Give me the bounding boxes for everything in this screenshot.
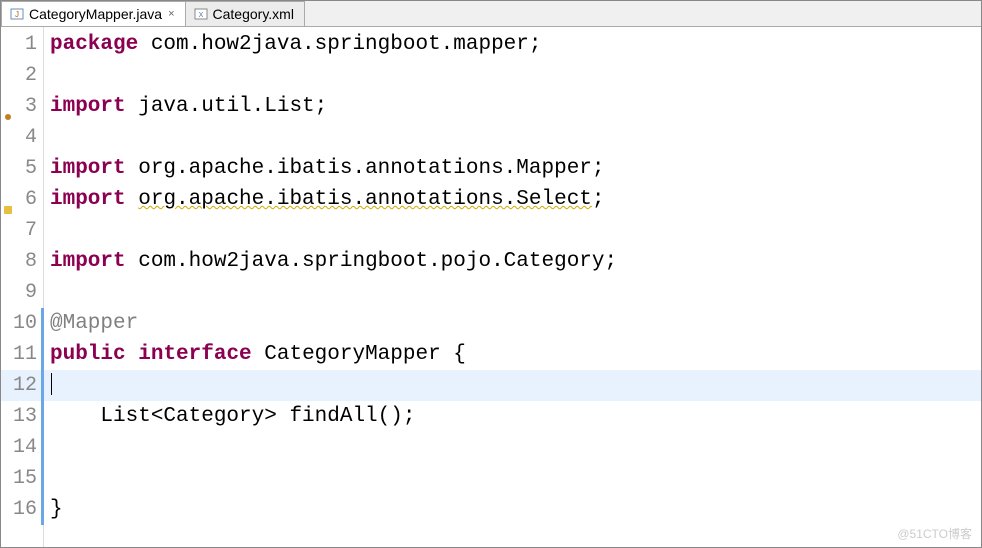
line-number: 2 xyxy=(1,60,43,91)
gutter: 1 2 3 4 5 6 7 8 9 10 11 12 13 14 15 16 xyxy=(1,27,44,547)
tab-label: CategoryMapper.java xyxy=(29,6,162,22)
code-line: import com.how2java.springboot.pojo.Cate… xyxy=(44,246,981,277)
fold-marker[interactable] xyxy=(41,308,44,339)
line-number: 7 xyxy=(1,215,43,246)
code-line xyxy=(44,122,981,153)
code-line: import java.util.List; xyxy=(44,91,981,122)
line-number: 9 xyxy=(1,277,43,308)
java-file-icon: J xyxy=(10,7,24,21)
warning-icon[interactable] xyxy=(3,195,13,205)
line-number: 10 xyxy=(1,308,43,339)
text-cursor xyxy=(51,373,52,395)
close-icon[interactable]: × xyxy=(168,8,174,20)
code-line xyxy=(44,463,981,494)
line-number: 12 xyxy=(1,370,43,401)
code-line xyxy=(44,277,981,308)
code-line: import org.apache.ibatis.annotations.Sel… xyxy=(44,184,981,215)
line-number: 5 xyxy=(1,153,43,184)
fold-marker[interactable] xyxy=(41,370,44,401)
tab-category-mapper-java[interactable]: J CategoryMapper.java × xyxy=(1,1,186,26)
line-number: 15 xyxy=(1,463,43,494)
import-collapse-icon[interactable] xyxy=(3,102,13,112)
svg-text:X: X xyxy=(198,12,203,19)
code-line: } xyxy=(44,494,981,525)
fold-marker[interactable] xyxy=(41,339,44,370)
line-number: 13 xyxy=(1,401,43,432)
fold-marker[interactable] xyxy=(41,432,44,463)
code-content[interactable]: package com.how2java.springboot.mapper; … xyxy=(44,27,981,547)
code-line-active xyxy=(44,370,981,401)
code-line: List<Category> findAll(); xyxy=(44,401,981,432)
unused-import-warning: org.apache.ibatis.annotations.Select xyxy=(138,188,592,211)
editor-tabs: J CategoryMapper.java × X Category.xml xyxy=(1,1,981,27)
fold-marker[interactable] xyxy=(41,401,44,432)
code-line xyxy=(44,432,981,463)
line-number: 4 xyxy=(1,122,43,153)
line-number: 3 xyxy=(1,91,43,122)
fold-marker[interactable] xyxy=(41,494,44,525)
tab-label: Category.xml xyxy=(213,6,294,22)
line-number: 14 xyxy=(1,432,43,463)
tab-category-xml[interactable]: X Category.xml xyxy=(185,1,305,26)
fold-marker[interactable] xyxy=(41,463,44,494)
watermark: @51CTO博客 xyxy=(897,525,972,542)
code-line: import org.apache.ibatis.annotations.Map… xyxy=(44,153,981,184)
code-line xyxy=(44,215,981,246)
code-line: @Mapper xyxy=(44,308,981,339)
line-number: 16 xyxy=(1,494,43,525)
xml-file-icon: X xyxy=(194,7,208,21)
line-number: 6 xyxy=(1,184,43,215)
svg-text:J: J xyxy=(15,10,19,19)
code-line: package com.how2java.springboot.mapper; xyxy=(44,29,981,60)
line-number: 1 xyxy=(1,29,43,60)
code-line xyxy=(44,60,981,91)
line-number: 11 xyxy=(1,339,43,370)
editor-area: 1 2 3 4 5 6 7 8 9 10 11 12 13 14 15 16 p… xyxy=(1,27,981,547)
code-line: public interface CategoryMapper { xyxy=(44,339,981,370)
line-number: 8 xyxy=(1,246,43,277)
